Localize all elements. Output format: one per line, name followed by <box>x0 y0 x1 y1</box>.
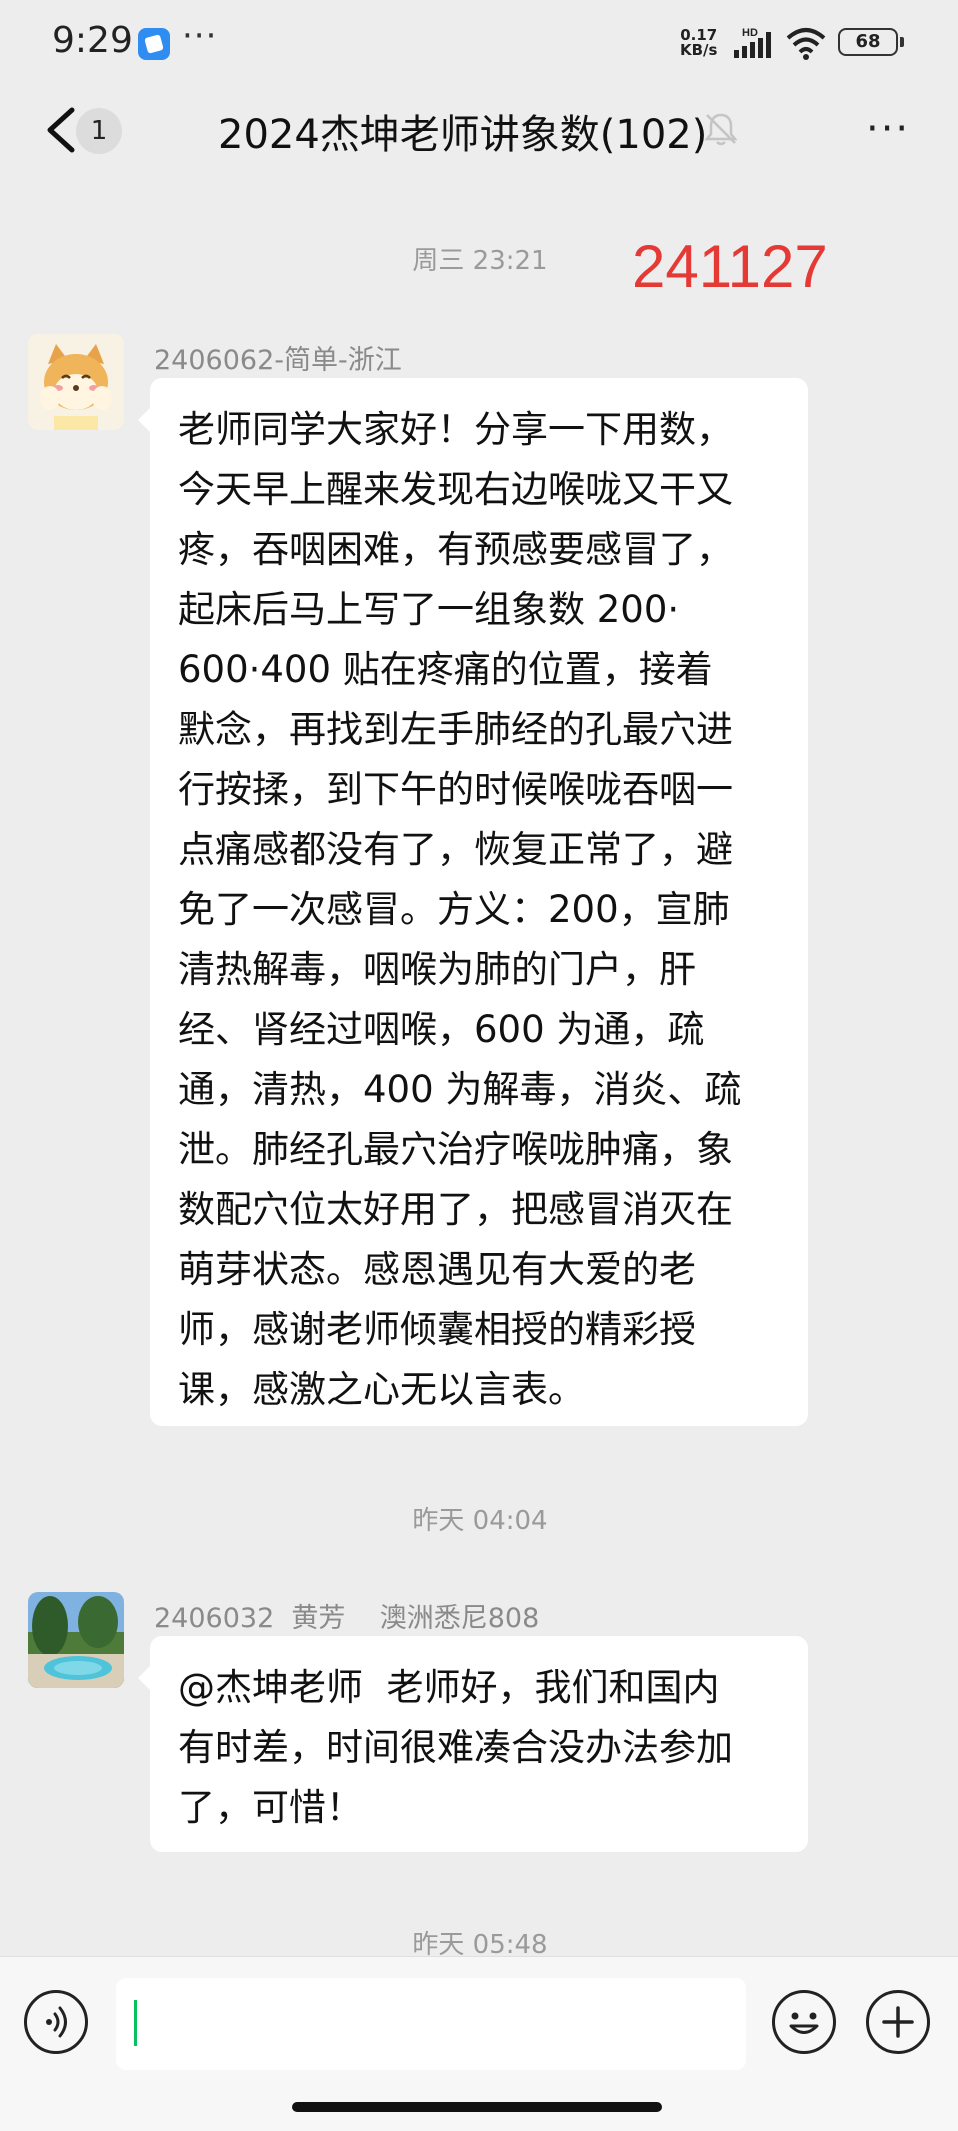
message-line: 起床后马上写了一组象数 200· <box>178 588 680 631</box>
message-line: 有时差，时间很难凑合没办法参加 <box>178 1726 733 1769</box>
message-line: 课，感激之心无以言表。 <box>178 1368 585 1411</box>
pool-photo-avatar-icon <box>28 1592 124 1688</box>
message-line: 免了一次感冒。方义：200，宣肺 <box>178 888 730 931</box>
text-caret <box>134 2000 137 2046</box>
message-line: 师，感谢老师倾囊相授的精彩授 <box>178 1308 696 1351</box>
signal-icon: HD <box>734 27 771 58</box>
wifi-icon <box>786 28 826 60</box>
message-line: 萌芽状态。感恩遇见有大爱的老 <box>178 1248 696 1291</box>
home-indicator[interactable] <box>292 2102 662 2112</box>
message-line: 了，可惜！ <box>178 1786 363 1829</box>
app-notification-icon <box>138 28 170 60</box>
message-line: 老师同学大家好！分享一下用数， <box>178 408 733 451</box>
message-line: 疼，吞咽困难，有预感要感冒了， <box>178 528 733 571</box>
message-line: 600·400 贴在疼痛的位置，接着 <box>178 648 713 691</box>
message-line: 经、肾经过咽喉，600 为通，疏 <box>178 1008 705 1051</box>
sender-name: 2406062-简单-浙江 <box>154 345 402 376</box>
status-time: 9:29 <box>52 20 133 61</box>
network-type-label: HD <box>742 27 758 39</box>
message-line: 默念，再找到左手肺经的孔最穴进 <box>178 708 733 751</box>
unread-badge[interactable]: 1 <box>76 108 122 154</box>
message-line: 通，清热，400 为解毒，消炎、疏 <box>178 1068 742 1111</box>
voice-button[interactable] <box>24 1990 88 2054</box>
message-line: 点痛感都没有了，恢复正常了，避 <box>178 828 733 871</box>
mute-icon <box>704 113 738 146</box>
status-more-icon: ··· <box>182 16 218 56</box>
emoji-icon <box>789 2012 819 2034</box>
avatar[interactable] <box>28 1592 124 1688</box>
date-stamp: 241127 <box>632 233 828 300</box>
message-line: 泄。肺经孔最穴治疗喉咙肿痛，象 <box>178 1128 733 1171</box>
message-line: @杰坤老师 老师好，我们和国内 <box>178 1666 720 1709</box>
voice-icon <box>46 2006 67 2038</box>
plus-button[interactable] <box>866 1990 930 2054</box>
avatar[interactable] <box>28 334 124 430</box>
chat-title: 2024杰坤老师讲象数(102) <box>218 112 708 158</box>
sender-name: 2406032 黄芳 澳洲悉尼808 <box>154 1603 540 1634</box>
message-line: 清热解毒，咽喉为肺的门户，肝 <box>178 948 696 991</box>
message-bubble[interactable]: @杰坤老师 老师好，我们和国内 有时差，时间很难凑合没办法参加 了，可惜！ <box>138 1636 808 1852</box>
plus-icon <box>882 2006 914 2038</box>
message-line: 今天早上醒来发现右边喉咙又干又 <box>178 468 733 511</box>
emoji-button[interactable] <box>772 1990 836 2054</box>
network-speed-unit: KB/s <box>680 41 718 59</box>
message-line: 数配穴位太好用了，把感冒消灭在 <box>178 1188 733 1231</box>
battery-icon: 68 <box>838 28 904 56</box>
message-bubble[interactable]: 老师同学大家好！分享一下用数， 今天早上醒来发现右边喉咙又干又 疼，吞咽困难，有… <box>138 378 808 1426</box>
more-icon[interactable]: ··· <box>866 106 910 152</box>
message-timestamp: 周三 23:21 <box>412 246 548 276</box>
message-input[interactable] <box>116 1978 746 2070</box>
message-line: 行按揉，到下午的时候喉咙吞咽一 <box>178 768 733 811</box>
shiba-dog-avatar-icon <box>28 334 124 430</box>
message-timestamp: 昨天 04:04 <box>412 1506 548 1536</box>
network-speed: 0.17 KB/s <box>680 28 717 58</box>
status-bar: 9:29 ··· 0.17 KB/s HD 68 <box>0 0 958 90</box>
